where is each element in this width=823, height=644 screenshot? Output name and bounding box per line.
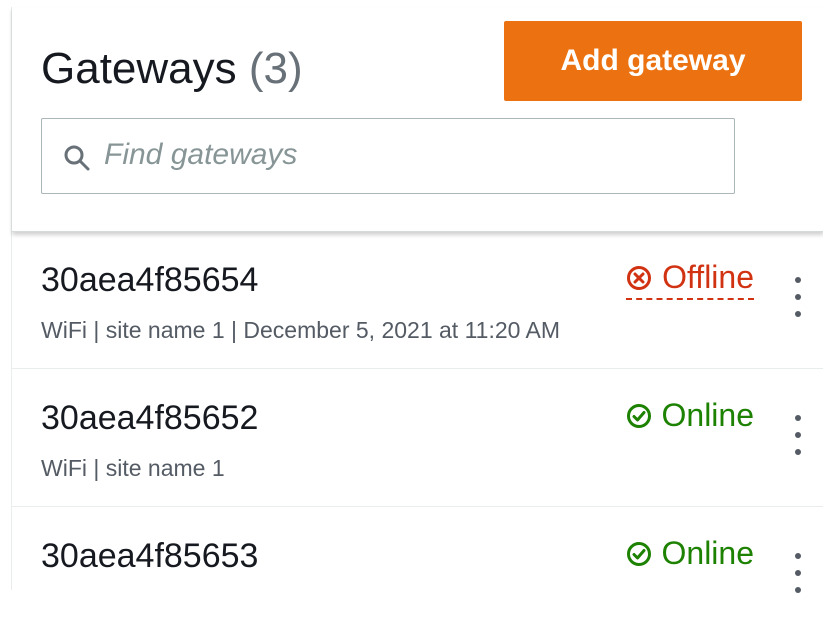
list-item[interactable]: 30aea4f85653 Online [12,507,823,644]
more-actions-icon[interactable] [789,415,807,455]
gateways-panel: Gateways (3) Add gateway 30aea4f85654 Wi… [11,7,823,644]
list-item[interactable]: 30aea4f85652 WiFi | site name 1 Online [12,369,823,507]
status-text: Offline [662,259,754,295]
list-item[interactable]: 30aea4f85654 WiFi | site name 1 | Decemb… [12,231,823,369]
status-text: Online [661,397,755,433]
more-actions-icon[interactable] [789,277,807,317]
search-icon [64,145,90,171]
panel-header: Gateways (3) Add gateway [12,7,823,232]
status-badge: Online [626,535,755,572]
gateway-id[interactable]: 30aea4f85653 [41,537,258,576]
gateway-id[interactable]: 30aea4f85652 [41,399,258,438]
success-circle-icon [626,403,651,428]
gateway-meta: WiFi | site name 1 | December 5, 2021 at… [41,317,561,343]
page-title: Gateways (3) [41,41,303,97]
error-circle-icon [627,265,652,290]
status-text: Online [661,535,755,571]
status-badge: Online [626,397,755,434]
gateway-id[interactable]: 30aea4f85654 [41,261,258,300]
gateway-meta: WiFi | site name 1 [41,455,225,481]
status-badge[interactable]: Offline [626,259,754,300]
page-title-text: Gateways [41,44,237,93]
search-box[interactable] [41,118,735,194]
gateway-list: 30aea4f85654 WiFi | site name 1 | Decemb… [12,231,823,644]
success-circle-icon [626,541,651,566]
add-gateway-button[interactable]: Add gateway [504,21,802,101]
search-input[interactable] [104,129,714,181]
gateway-count: (3) [248,44,303,93]
more-actions-icon[interactable] [789,553,807,593]
